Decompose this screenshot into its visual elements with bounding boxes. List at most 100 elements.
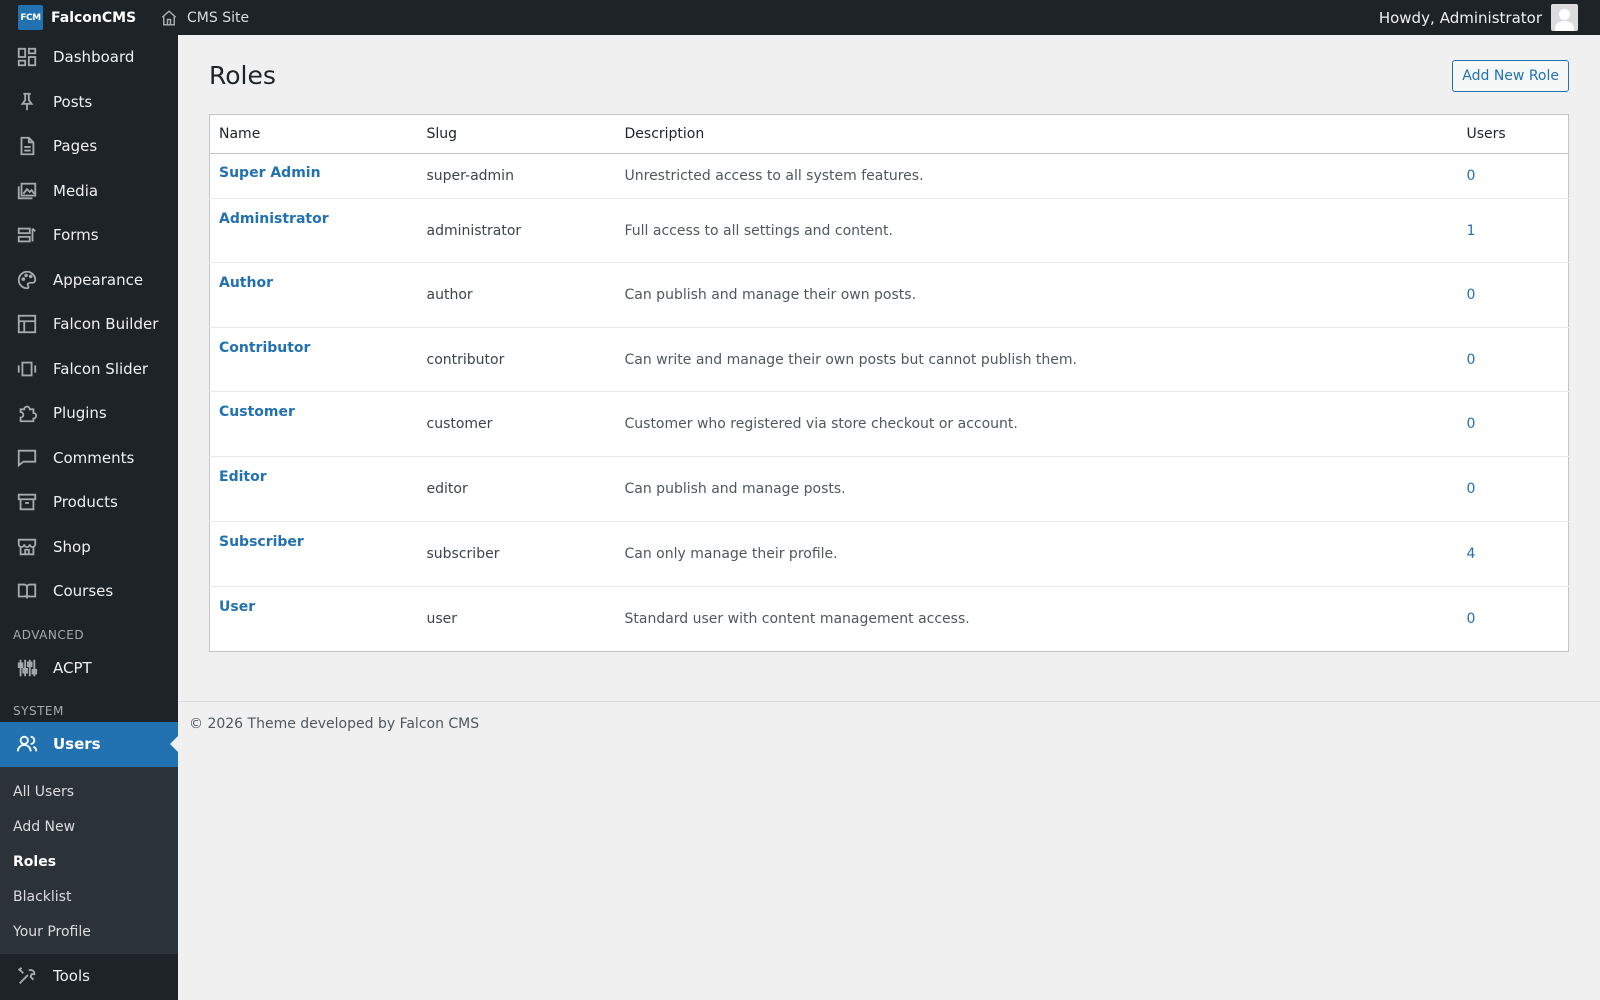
role-slug: super-admin — [417, 153, 616, 199]
role-name-link[interactable]: Customer — [219, 404, 295, 420]
media-icon — [17, 182, 37, 199]
brand-logo: FCM — [18, 5, 43, 30]
submenu-add-new[interactable]: Add New — [0, 810, 178, 845]
role-users-cell: 4 — [1457, 521, 1569, 587]
role-users-count[interactable]: 0 — [1467, 287, 1476, 303]
role-slug: subscriber — [417, 521, 616, 587]
users-submenu: All Users Add New Roles Blacklist Your P… — [0, 766, 178, 954]
section-label-system: SYSTEM — [13, 704, 64, 718]
cms-site-link[interactable]: CMS Site — [160, 9, 249, 27]
sidebar-item-falcon-builder[interactable]: Falcon Builder — [0, 302, 178, 347]
role-slug: customer — [417, 391, 616, 457]
role-users-count[interactable]: 0 — [1467, 481, 1476, 497]
submenu-all-users[interactable]: All Users — [0, 775, 178, 810]
role-users-count[interactable]: 4 — [1467, 546, 1476, 562]
tools-icon — [18, 966, 36, 984]
role-description: Standard user with content management ac… — [624, 611, 970, 627]
sidebar-item-users[interactable]: Users — [0, 722, 178, 767]
account-menu[interactable]: Howdy, Administrator — [1379, 0, 1578, 35]
role-slug: contributor — [417, 327, 616, 392]
role-description: Can write and manage their own posts but… — [615, 327, 1458, 392]
sidebar-item-label: Pages — [53, 137, 98, 156]
submenu-roles[interactable]: Roles — [0, 845, 178, 880]
role-users-count[interactable]: 0 — [1467, 352, 1476, 368]
sidebar-item-media[interactable]: Media — [0, 169, 178, 214]
role-name-link[interactable]: Editor — [219, 469, 267, 485]
role-users-count[interactable]: 1 — [1467, 223, 1476, 239]
slider-icon — [17, 361, 37, 377]
table-row: Administrator administrator Full access … — [209, 198, 1569, 263]
sidebar-item-label: Shop — [53, 537, 91, 556]
role-slug: administrator — [417, 198, 616, 263]
sidebar-item-courses[interactable]: Courses — [0, 569, 178, 614]
role-description: Can publish and manage posts. — [615, 456, 1458, 522]
archive-icon — [17, 494, 37, 511]
brand-link[interactable]: FCM FalconCMS — [0, 0, 150, 35]
admin-top-bar: FCM FalconCMS CMS Site Howdy, Administra… — [0, 0, 1600, 35]
sidebar-item-posts[interactable]: Posts — [0, 80, 178, 125]
role-users-count[interactable]: 0 — [1467, 168, 1476, 184]
column-header-description: Description — [615, 114, 1458, 154]
role-users-cell: 1 — [1457, 198, 1569, 263]
role-name-link[interactable]: Super Admin — [219, 165, 321, 181]
table-row: Subscriber subscriber Can only manage th… — [209, 521, 1569, 587]
sidebar-item-appearance[interactable]: Appearance — [0, 258, 178, 303]
sidebar-item-dashboard[interactable]: Dashboard — [0, 35, 178, 80]
role-users-count[interactable]: 0 — [1467, 416, 1476, 432]
admin-sidebar: Dashboard Posts Pages Media Forms Appear… — [0, 35, 178, 1000]
palette-icon — [17, 270, 37, 289]
role-name-cell: Subscriber — [209, 521, 418, 587]
brand-name: FalconCMS — [51, 9, 137, 26]
sidebar-item-label: Users — [53, 735, 101, 754]
sidebar-item-pages[interactable]: Pages — [0, 124, 178, 169]
table-row: User user Standard user with content man… — [210, 587, 1569, 652]
sidebar-item-products[interactable]: Products — [0, 480, 178, 525]
role-name-link[interactable]: Author — [219, 275, 273, 291]
sidebar-item-label: Appearance — [53, 270, 144, 289]
submenu-your-profile[interactable]: Your Profile — [0, 915, 178, 950]
sidebar-item-comments[interactable]: Comments — [0, 436, 178, 481]
sidebar-item-falcon-slider[interactable]: Falcon Slider — [0, 347, 178, 392]
sidebar-item-label: Falcon Builder — [53, 315, 159, 334]
sidebar-item-label: Tools — [53, 966, 90, 985]
role-users-count[interactable]: 0 — [1467, 611, 1476, 627]
footer-divider — [178, 701, 1600, 702]
sidebar-item-plugins[interactable]: Plugins — [0, 391, 178, 436]
role-name-link[interactable]: Administrator — [219, 211, 329, 227]
role-name-cell: Customer — [209, 391, 418, 457]
cms-site-label: CMS Site — [187, 9, 250, 26]
sidebar-item-acpt[interactable]: ACPT — [0, 646, 178, 691]
layout-icon — [17, 315, 37, 334]
page-icon — [20, 137, 35, 156]
role-description: Unrestricted access to all system featur… — [615, 153, 1458, 199]
table-row: Customer customer Customer who registere… — [209, 391, 1569, 457]
role-users-cell: 0 — [1457, 262, 1569, 328]
page-title: Roles — [209, 61, 276, 90]
add-new-role-button[interactable]: Add New Role — [1452, 60, 1569, 92]
sidebar-item-tools[interactable]: Tools — [0, 954, 178, 999]
howdy-text: Howdy, — [1378, 8, 1435, 27]
role-name-link[interactable]: User — [219, 599, 255, 615]
footer-credit: © 2026 Theme developed by Falcon CMS — [189, 716, 480, 732]
sidebar-item-label: Dashboard — [53, 48, 135, 67]
sliders-icon — [17, 659, 38, 676]
submenu-blacklist[interactable]: Blacklist — [0, 880, 178, 915]
role-name-cell: Administrator — [209, 198, 418, 263]
role-users-cell: 0 — [1457, 327, 1569, 392]
sidebar-item-label: Products — [53, 493, 118, 512]
plugin-icon — [19, 405, 38, 423]
dashboard-icon — [17, 48, 37, 67]
sidebar-item-forms[interactable]: Forms — [0, 213, 178, 258]
table-row: Editor editor Can publish and manage pos… — [209, 456, 1569, 522]
store-icon — [17, 538, 37, 555]
role-slug: user — [426, 611, 458, 627]
sidebar-item-shop[interactable]: Shop — [0, 525, 178, 570]
role-name-link[interactable]: Subscriber — [219, 534, 304, 550]
sidebar-item-label: Courses — [53, 582, 114, 601]
role-users-cell: 0 — [1457, 391, 1569, 457]
role-name-link[interactable]: Contributor — [219, 340, 310, 356]
sidebar-item-label: ACPT — [53, 658, 92, 677]
avatar[interactable] — [1551, 4, 1578, 31]
role-name-cell: Contributor — [209, 327, 418, 392]
sidebar-item-label: Plugins — [53, 404, 107, 423]
